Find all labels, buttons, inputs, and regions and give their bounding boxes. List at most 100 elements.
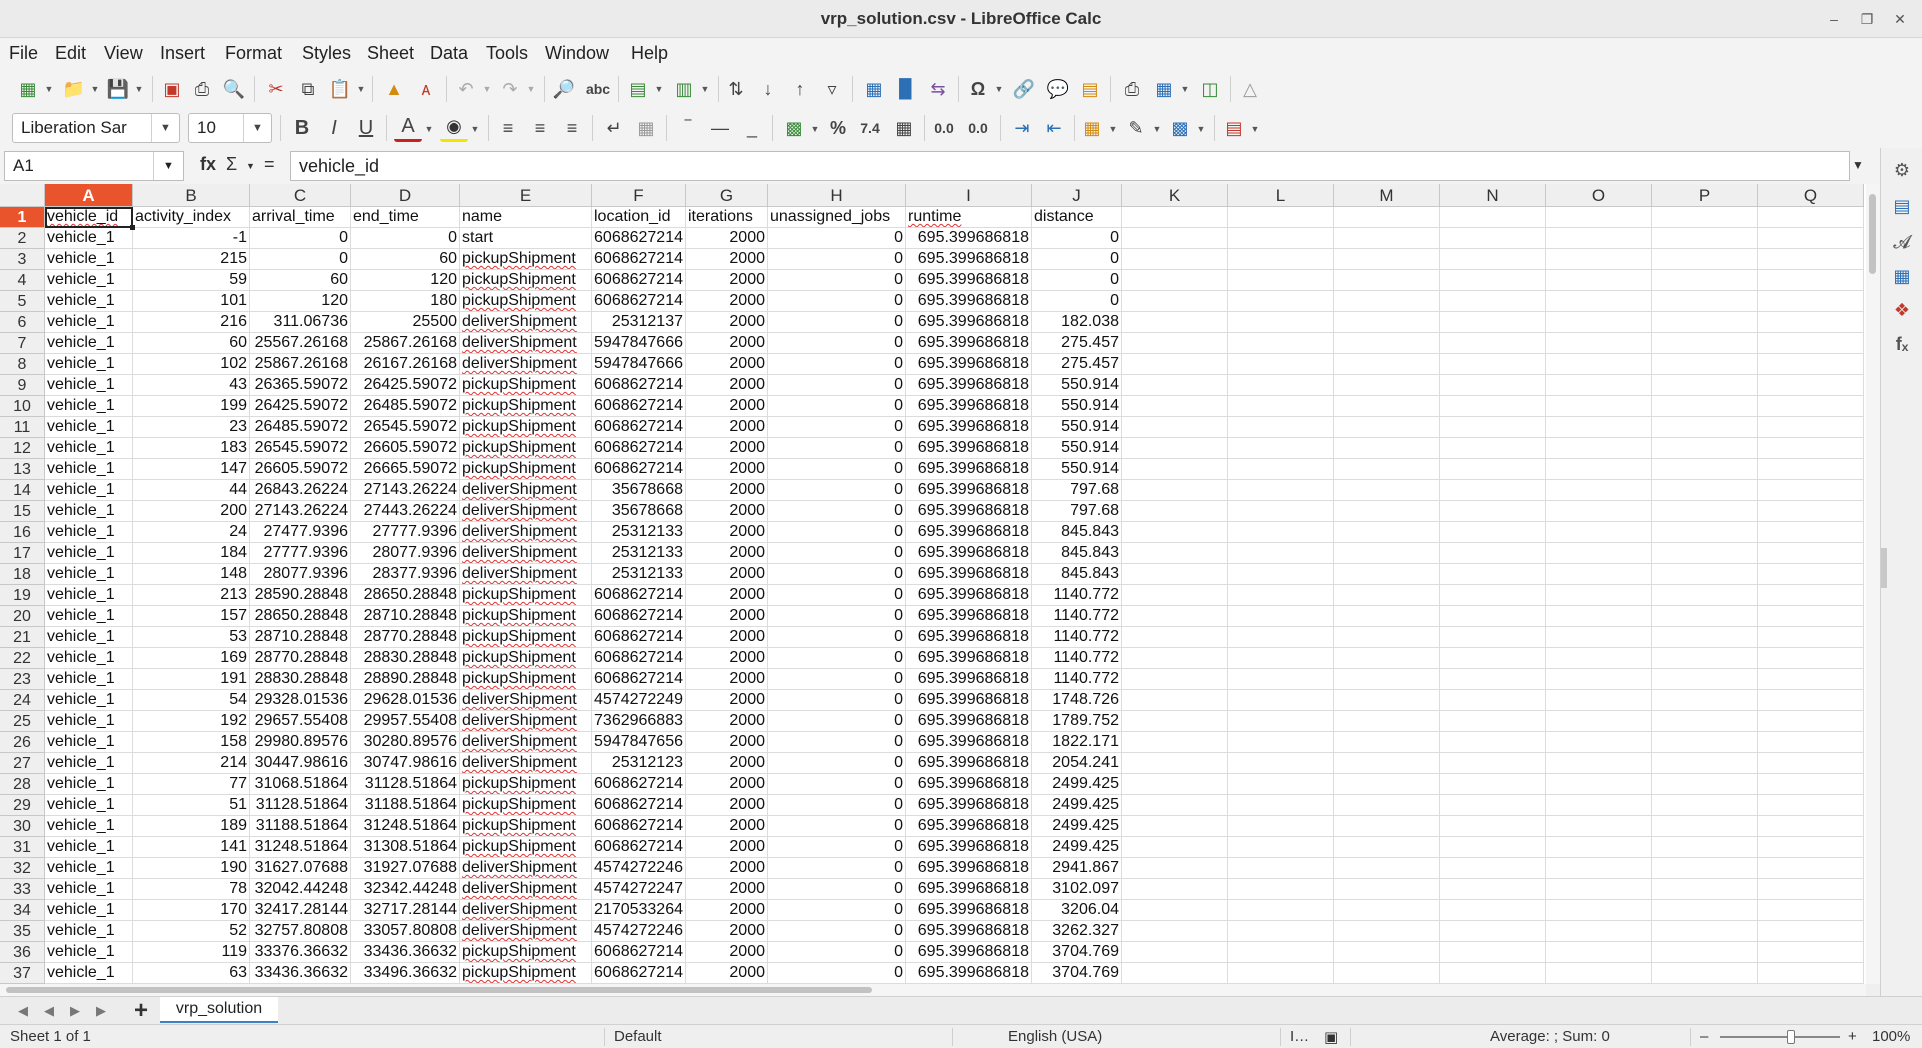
cell[interactable]: 28590.28848: [250, 585, 351, 606]
row-icon[interactable]: ▤: [624, 75, 652, 103]
cell[interactable]: pickupShipment: [460, 396, 592, 417]
cell[interactable]: vehicle_1: [45, 543, 133, 564]
cell[interactable]: [1546, 375, 1652, 396]
cell[interactable]: 275.457: [1032, 354, 1122, 375]
cell[interactable]: [1758, 879, 1864, 900]
font-name-combo[interactable]: Liberation Sar ▼: [12, 113, 180, 143]
cell[interactable]: 2000: [686, 270, 768, 291]
open-dropdown-icon[interactable]: ▼: [90, 84, 100, 94]
cell[interactable]: [1546, 921, 1652, 942]
cell[interactable]: 0: [768, 858, 906, 879]
cell[interactable]: 695.399686818: [906, 291, 1032, 312]
row-header[interactable]: 14: [0, 480, 45, 501]
cell[interactable]: 29628.01536: [351, 690, 460, 711]
cell[interactable]: [1440, 438, 1546, 459]
menu-sheet[interactable]: Sheet: [367, 43, 414, 64]
cell[interactable]: 78: [133, 879, 250, 900]
cell[interactable]: 192: [133, 711, 250, 732]
cell[interactable]: 148: [133, 564, 250, 585]
cell[interactable]: [1758, 585, 1864, 606]
cell[interactable]: vehicle_1: [45, 963, 133, 984]
cell[interactable]: [1440, 564, 1546, 585]
cell[interactable]: [1652, 648, 1758, 669]
cell[interactable]: pickupShipment: [460, 459, 592, 480]
column-header[interactable]: J: [1032, 184, 1122, 207]
print-preview-icon[interactable]: 🔍: [220, 75, 248, 103]
cell[interactable]: [1440, 690, 1546, 711]
cell[interactable]: 1140.772: [1032, 648, 1122, 669]
cell[interactable]: [1440, 270, 1546, 291]
cell[interactable]: 33436.36632: [351, 942, 460, 963]
cell[interactable]: 550.914: [1032, 459, 1122, 480]
cell[interactable]: 2000: [686, 711, 768, 732]
cell[interactable]: 695.399686818: [906, 774, 1032, 795]
row-header[interactable]: 16: [0, 522, 45, 543]
cell[interactable]: [1652, 480, 1758, 501]
cell[interactable]: [1546, 942, 1652, 963]
cell[interactable]: 32042.44248: [250, 879, 351, 900]
cell[interactable]: [1440, 459, 1546, 480]
cell[interactable]: 28830.28848: [250, 669, 351, 690]
cell[interactable]: 7362966883: [592, 711, 686, 732]
cell[interactable]: [1122, 438, 1228, 459]
cell[interactable]: 0: [768, 921, 906, 942]
restore-icon[interactable]: ❐: [1855, 7, 1879, 31]
cell[interactable]: [1546, 480, 1652, 501]
cell[interactable]: pickupShipment: [460, 795, 592, 816]
cell[interactable]: 2000: [686, 858, 768, 879]
cell[interactable]: [1440, 879, 1546, 900]
date-format-icon[interactable]: ▦: [890, 114, 918, 142]
cell[interactable]: 695.399686818: [906, 375, 1032, 396]
cell[interactable]: 311.06736: [250, 312, 351, 333]
cell[interactable]: 6068627214: [592, 291, 686, 312]
functions-icon[interactable]: fₓ: [1888, 330, 1916, 358]
row-header[interactable]: 12: [0, 438, 45, 459]
cell[interactable]: [1122, 543, 1228, 564]
cell[interactable]: 0: [1032, 228, 1122, 249]
cell[interactable]: pickupShipment: [460, 627, 592, 648]
cell[interactable]: 32717.28144: [351, 900, 460, 921]
cell[interactable]: pickupShipment: [460, 963, 592, 984]
cell[interactable]: [1122, 291, 1228, 312]
cell[interactable]: 26425.59072: [351, 375, 460, 396]
horizontal-scroll-thumb[interactable]: [6, 987, 872, 993]
header-cell[interactable]: iterations: [686, 207, 768, 228]
cell[interactable]: 695.399686818: [906, 354, 1032, 375]
formula-icon[interactable]: =: [264, 154, 275, 175]
border-color-dropdown-icon[interactable]: ▼: [1196, 124, 1206, 134]
cell[interactable]: 120: [351, 270, 460, 291]
expand-formula-icon[interactable]: ▼: [1852, 158, 1864, 172]
cell[interactable]: 101: [133, 291, 250, 312]
cell[interactable]: [1758, 501, 1864, 522]
cell[interactable]: [1758, 228, 1864, 249]
cell[interactable]: vehicle_1: [45, 312, 133, 333]
cell[interactable]: 695.399686818: [906, 564, 1032, 585]
cell[interactable]: 26485.59072: [250, 417, 351, 438]
align-center-icon[interactable]: ≡: [526, 114, 554, 142]
merge-center-icon[interactable]: ▦: [632, 114, 660, 142]
cell[interactable]: 32417.28144: [250, 900, 351, 921]
cell[interactable]: [1758, 669, 1864, 690]
cell[interactable]: [1334, 858, 1440, 879]
cell[interactable]: [1122, 501, 1228, 522]
cell[interactable]: [1122, 648, 1228, 669]
cell[interactable]: 2000: [686, 921, 768, 942]
cell[interactable]: 845.843: [1032, 564, 1122, 585]
vertical-scroll-thumb[interactable]: [1869, 194, 1876, 274]
headers-footers-icon[interactable]: ▤: [1076, 75, 1104, 103]
row-header[interactable]: 4: [0, 270, 45, 291]
cell[interactable]: [1440, 417, 1546, 438]
row-header[interactable]: 7: [0, 333, 45, 354]
italic-icon[interactable]: I: [320, 114, 348, 142]
cell[interactable]: 695.399686818: [906, 270, 1032, 291]
cell[interactable]: 43: [133, 375, 250, 396]
export-pdf-icon[interactable]: ▣: [158, 75, 186, 103]
cell[interactable]: [1122, 774, 1228, 795]
cell[interactable]: [1334, 921, 1440, 942]
cell[interactable]: 27477.9396: [250, 522, 351, 543]
cell[interactable]: 2000: [686, 816, 768, 837]
cell[interactable]: [1546, 900, 1652, 921]
cell[interactable]: 25500: [351, 312, 460, 333]
cell[interactable]: 0: [768, 333, 906, 354]
cell[interactable]: [1334, 501, 1440, 522]
